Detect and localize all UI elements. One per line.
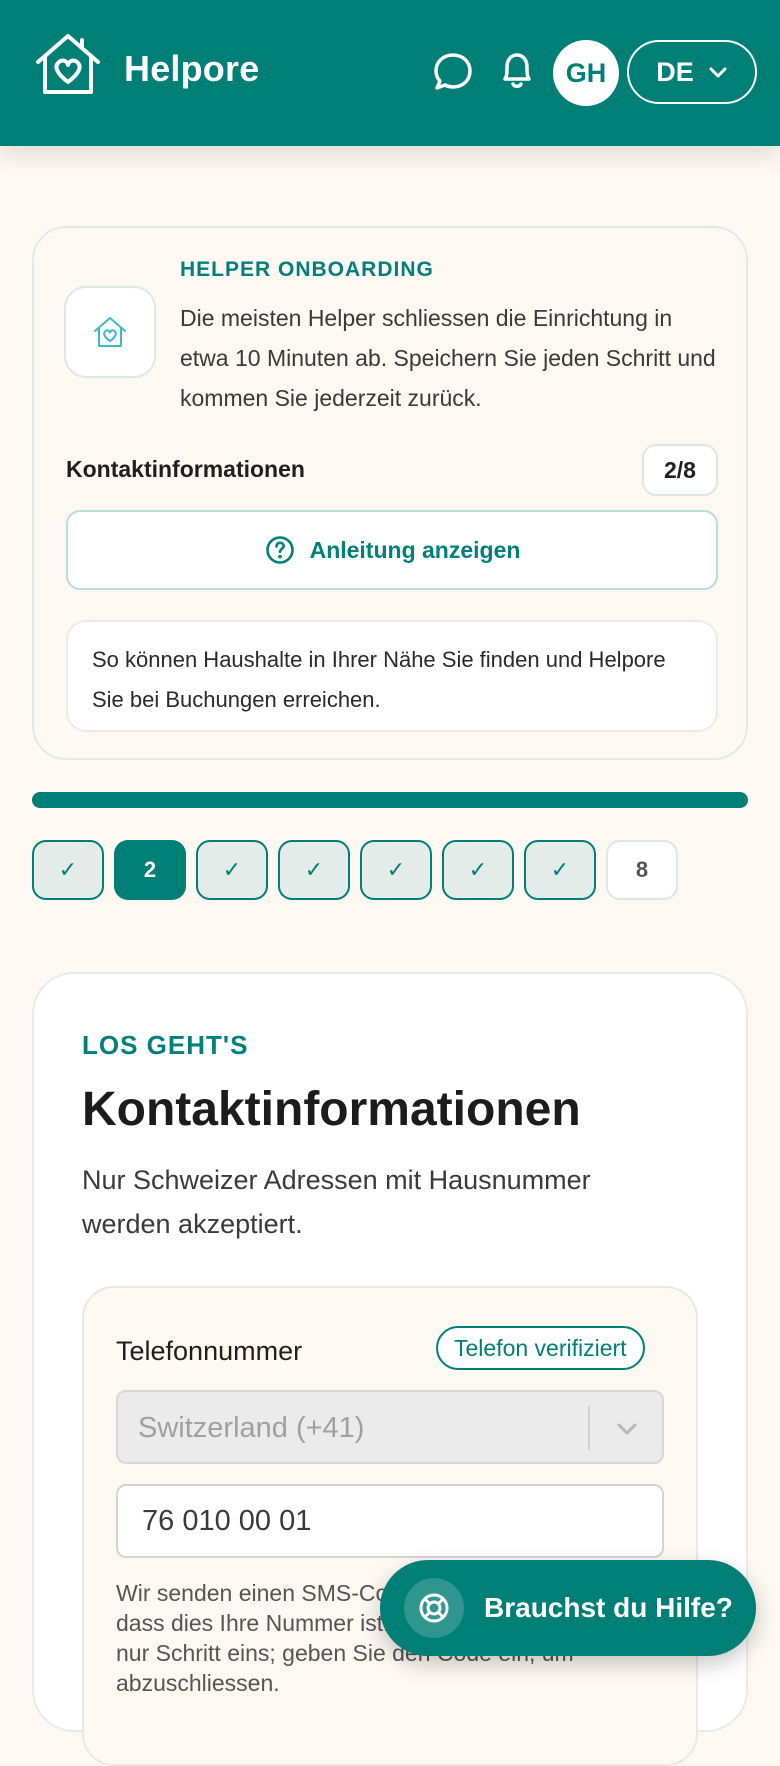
chat-icon[interactable] <box>432 51 474 93</box>
current-step-title: Kontaktinformationen <box>66 456 305 482</box>
step-4-button[interactable]: ✓ <box>278 840 350 900</box>
house-heart-icon[interactable] <box>32 28 104 100</box>
country-code-value: Switzerland (+41) <box>138 1412 365 1444</box>
onboarding-intro-card: HELPER ONBOARDING Die meisten Helper sch… <box>32 226 748 760</box>
step-8-button[interactable]: 8 <box>606 840 678 900</box>
show-guide-label: Anleitung anzeigen <box>309 536 521 563</box>
app-header: Helpore GH DE <box>0 0 780 146</box>
chevron-down-icon <box>709 67 727 78</box>
step-6-button[interactable]: ✓ <box>442 840 514 900</box>
help-button-label: Brauchst du Hilfe? <box>484 1592 733 1623</box>
lifebuoy-icon-wrap <box>404 1578 464 1638</box>
chevron-down-icon <box>617 1423 637 1435</box>
intro-eyebrow: HELPER ONBOARDING <box>180 258 434 281</box>
form-eyebrow: LOS GEHT'S <box>82 1030 249 1060</box>
progress-bar <box>32 792 748 808</box>
phone-number-input[interactable]: 76 010 00 01 <box>116 1484 664 1558</box>
step-counter-badge: 2/8 <box>642 444 718 496</box>
progress-bar-fill <box>32 792 748 808</box>
language-label: DE <box>656 56 694 87</box>
phone-label: Telefonnummer <box>116 1336 303 1366</box>
help-button[interactable]: Brauchst du Hilfe? <box>380 1560 756 1656</box>
intro-description: Die meisten Helper schliessen die Einric… <box>180 305 716 411</box>
step-1-button[interactable]: ✓ <box>32 840 104 900</box>
phone-section: Telefonnummer Telefon verifiziert Switze… <box>82 1286 698 1766</box>
form-subtitle: Nur Schweizer Adressen mit Hausnummer we… <box>82 1165 591 1239</box>
show-guide-button[interactable]: Anleitung anzeigen <box>66 510 718 590</box>
form-title: Kontaktinformationen <box>82 1083 581 1136</box>
intro-icon-box <box>64 286 156 378</box>
phone-verified-badge: Telefon verifiziert <box>436 1326 645 1370</box>
question-circle-icon <box>265 536 294 564</box>
step-navigation: ✓ 2 ✓ ✓ ✓ ✓ ✓ 8 <box>32 840 752 900</box>
step-2-button[interactable]: 2 <box>114 840 186 900</box>
avatar[interactable]: GH <box>553 40 619 106</box>
step-5-button[interactable]: ✓ <box>360 840 432 900</box>
brand-name[interactable]: Helpore <box>124 48 259 90</box>
step-7-button[interactable]: ✓ <box>524 840 596 900</box>
house-heart-icon <box>94 317 126 347</box>
country-code-select[interactable]: Switzerland (+41) <box>116 1390 664 1464</box>
step-3-button[interactable]: ✓ <box>196 840 268 900</box>
language-selector[interactable]: DE <box>627 40 757 104</box>
select-divider <box>588 1406 590 1450</box>
lifebuoy-icon <box>419 1593 449 1623</box>
bell-icon[interactable] <box>497 49 537 91</box>
step-note: So können Haushalte in Ihrer Nähe Sie fi… <box>66 620 718 732</box>
